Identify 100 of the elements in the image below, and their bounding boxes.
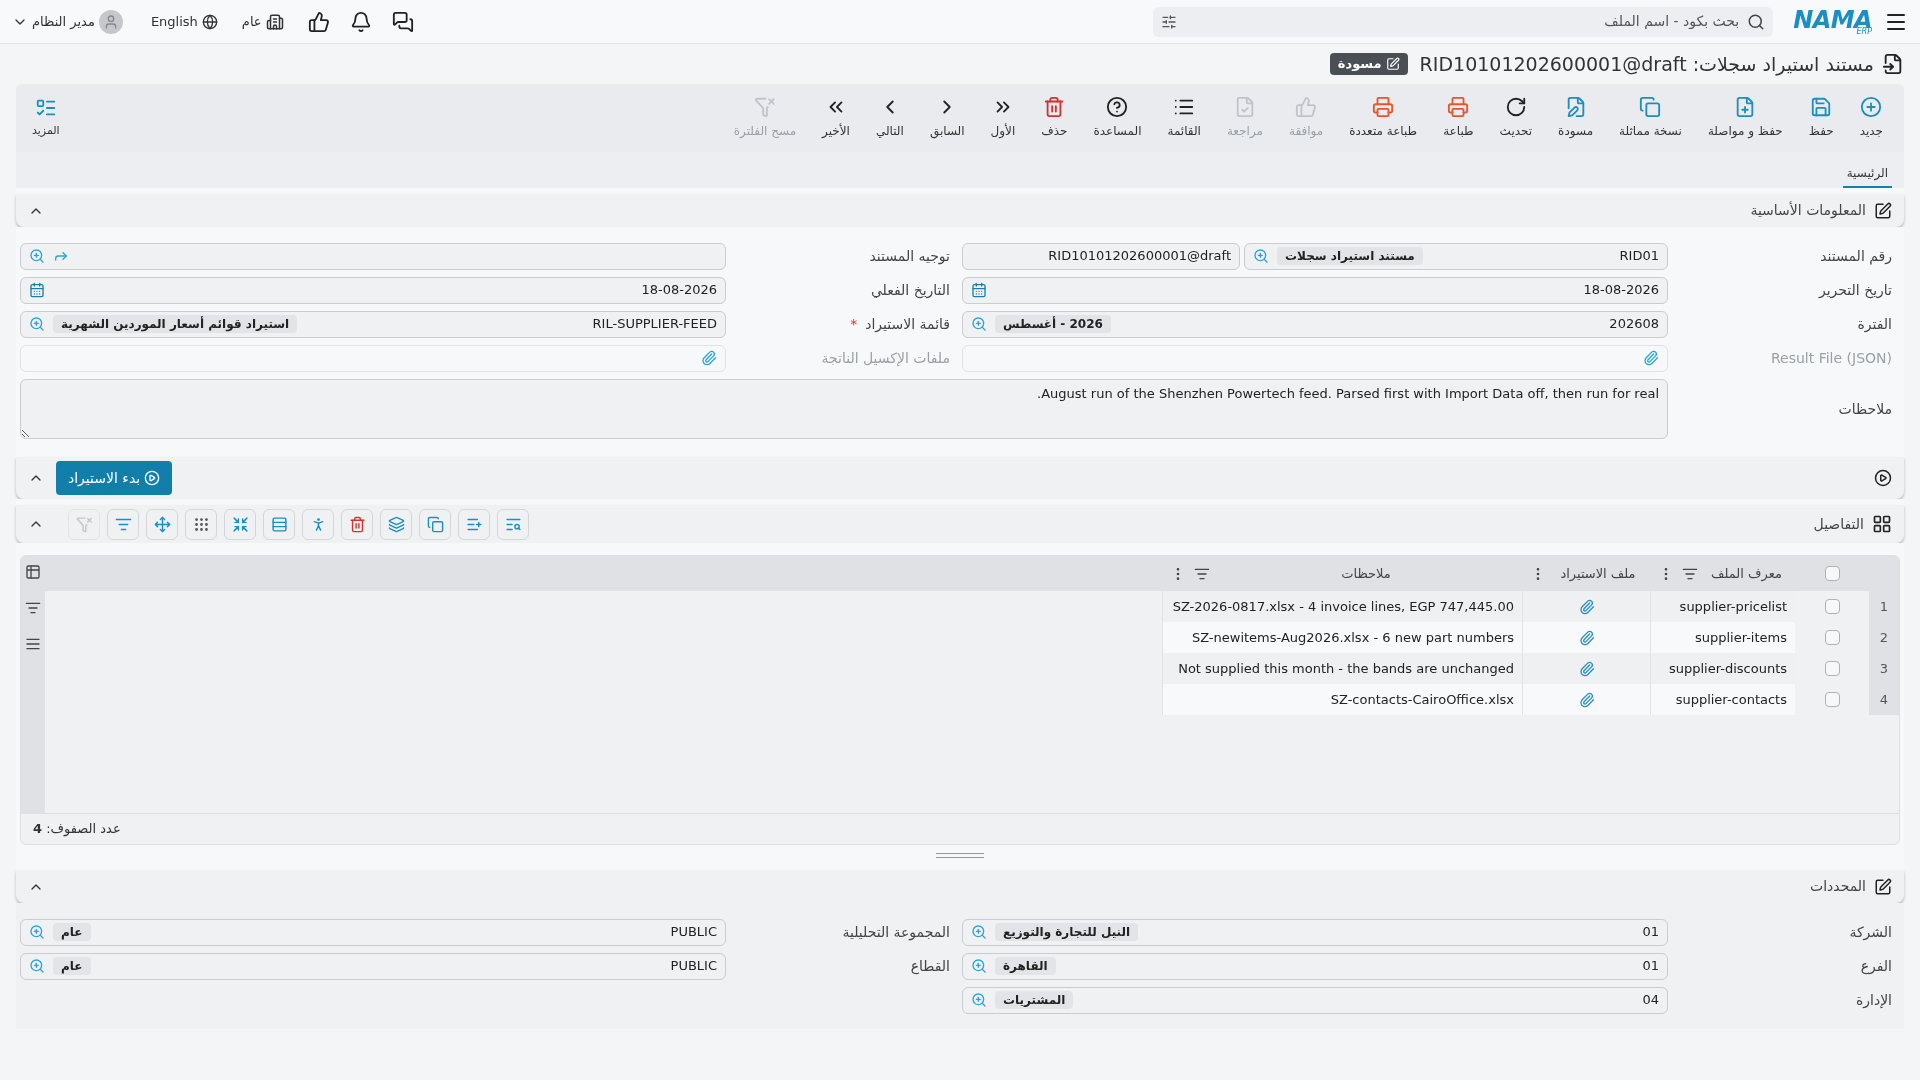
field-value: RID01: [1619, 247, 1659, 266]
table-cell: SZ-newitems-Aug2026.xlsx - 6 new part numbers: [1162, 622, 1522, 653]
play-icon: [144, 470, 161, 486]
table-icon[interactable]: [25, 564, 41, 580]
play-icon: [1874, 469, 1892, 487]
toolbar-button[interactable]: جديد: [1846, 96, 1896, 140]
select-all-checkbox[interactable]: [1824, 566, 1840, 581]
notes-field[interactable]: August run of the Shenzhen Powertech feed. Parsed first with Import Data off, then run for real.: [20, 379, 1668, 439]
field-value: 01: [1642, 923, 1659, 942]
toolbar-button[interactable]: حفظ و مواصلة: [1694, 96, 1796, 140]
building-icon: [265, 12, 284, 31]
row-checkbox[interactable]: [1824, 692, 1840, 707]
toolbar-button[interactable]: الأخير: [809, 96, 863, 140]
column-header[interactable]: معرف الملف: [1650, 563, 1795, 584]
edit-icon: [1874, 201, 1892, 220]
filter-icon[interactable]: [1161, 13, 1178, 30]
toolbar-button[interactable]: طباعة: [1430, 96, 1487, 140]
field-value: RIL-SUPPLIER-FEED: [592, 315, 717, 334]
toolbar-button[interactable]: السابق: [916, 96, 978, 140]
company-switcher[interactable]: عام: [241, 11, 284, 32]
paperclip-icon[interactable]: [1578, 691, 1595, 708]
layers-tool-button[interactable]: [380, 508, 412, 540]
field-label: الإدارة: [1855, 990, 1892, 1011]
running-person-tool-button[interactable]: [302, 508, 334, 540]
toolbar-button[interactable]: حذف: [1028, 96, 1081, 140]
lookup-tag: النيل للتجارة والتوزيع: [995, 923, 1139, 941]
clear-filter-icon: [75, 515, 93, 533]
copy-tool-button[interactable]: [419, 508, 451, 540]
toolbar-button[interactable]: حفظ: [1795, 96, 1847, 140]
save-icon: [1810, 96, 1833, 118]
field-value: 18-08-2026: [641, 281, 717, 300]
user-menu[interactable]: مدير النظام: [12, 9, 123, 34]
thumbs-up-icon[interactable]: [307, 10, 330, 33]
row-checkbox[interactable]: [1824, 599, 1840, 614]
more-button[interactable]: المزيد: [24, 96, 68, 140]
calendar-icon[interactable]: [29, 282, 45, 298]
list-search-tool-button[interactable]: [497, 508, 529, 540]
language-switcher[interactable]: English: [150, 11, 218, 32]
refresh-icon: [1504, 96, 1527, 118]
lookup-tag: مستند استيراد سجلات: [1277, 247, 1423, 265]
toolbar-button[interactable]: الأول: [977, 96, 1029, 140]
date-field[interactable]: 18-08-2026: [20, 276, 726, 304]
field-label: رقم المستند: [1820, 246, 1892, 267]
toolbar-button[interactable]: القائمة: [1154, 96, 1214, 140]
toolbar-button[interactable]: مسودة: [1545, 96, 1607, 140]
document-code-field[interactable]: RID10101202600001@draft: [962, 242, 1240, 270]
row-checkbox[interactable]: [1824, 661, 1840, 676]
search-icon[interactable]: [1747, 12, 1766, 31]
paperclip-icon[interactable]: [1578, 629, 1595, 646]
search-bar[interactable]: بحث بكود - اسم الملف: [1153, 6, 1774, 37]
calendar-icon[interactable]: [971, 282, 987, 298]
dots-tool-button[interactable]: [185, 508, 217, 540]
filter-icon[interactable]: [25, 600, 41, 616]
move-tool-button[interactable]: [146, 508, 178, 540]
field-label: الشركة: [1849, 922, 1892, 943]
date-field[interactable]: 18-08-2026: [962, 276, 1668, 304]
paperclip-icon[interactable]: [701, 350, 717, 366]
start-import-button[interactable]: بدء الاستيراد: [56, 461, 173, 495]
field-label: ملاحظات: [1838, 401, 1892, 417]
field-label: الفرع: [1860, 956, 1892, 977]
field-label: توجيه المستند: [869, 246, 950, 267]
row-number: 1: [1879, 597, 1889, 616]
add-icon: [1860, 96, 1883, 118]
column-header[interactable]: ملف الاستيراد: [1522, 563, 1650, 584]
field-label: قائمة الاستيراد: [865, 314, 950, 335]
printer-icon: [1447, 96, 1470, 118]
printer-icon: [1372, 96, 1395, 118]
toolbar-button[interactable]: طباعة متعددة: [1336, 96, 1431, 140]
chat-icon[interactable]: [391, 10, 414, 33]
column-header[interactable]: ملاحظات: [1162, 563, 1522, 584]
resize-handle[interactable]: [936, 853, 984, 858]
routing-field[interactable]: [20, 242, 726, 270]
thumbs-up-icon: [1295, 96, 1318, 118]
row-number: 3: [1879, 659, 1889, 678]
paperclip-icon[interactable]: [1578, 660, 1595, 677]
field-value: 202608: [1609, 315, 1659, 334]
bell-icon[interactable]: [349, 10, 372, 33]
edit-icon: [1874, 877, 1892, 896]
file-field[interactable]: [20, 344, 726, 372]
paperclip-icon[interactable]: [1578, 598, 1595, 615]
search-field[interactable]: بحث بكود - اسم الملف: [1185, 11, 1740, 32]
menu-icon[interactable]: [25, 636, 41, 652]
rows-icon: [270, 515, 288, 533]
help-icon: [1106, 96, 1129, 118]
required-mark: *: [850, 314, 858, 334]
move-icon: [153, 515, 171, 533]
page-title: مستند استيراد سجلات: RID10101202600001@draft: [1419, 51, 1874, 78]
toolbar-button[interactable]: المساعدة: [1080, 96, 1155, 140]
list-add-tool-button[interactable]: [458, 508, 490, 540]
paperclip-icon[interactable]: [1643, 350, 1659, 366]
toolbar-button[interactable]: التالي: [862, 96, 917, 140]
toolbar-button[interactable]: تحديث: [1486, 96, 1546, 140]
trash-icon: [1043, 96, 1066, 118]
rows-tool-button[interactable]: [263, 508, 295, 540]
trash-tool-button[interactable]: [341, 508, 373, 540]
file-field[interactable]: [962, 344, 1668, 372]
toolbar-button[interactable]: نسخة مماثلة: [1606, 96, 1695, 140]
filter-tool-button[interactable]: [107, 508, 139, 540]
shrink-tool-button[interactable]: [224, 508, 256, 540]
row-checkbox[interactable]: [1824, 630, 1840, 645]
